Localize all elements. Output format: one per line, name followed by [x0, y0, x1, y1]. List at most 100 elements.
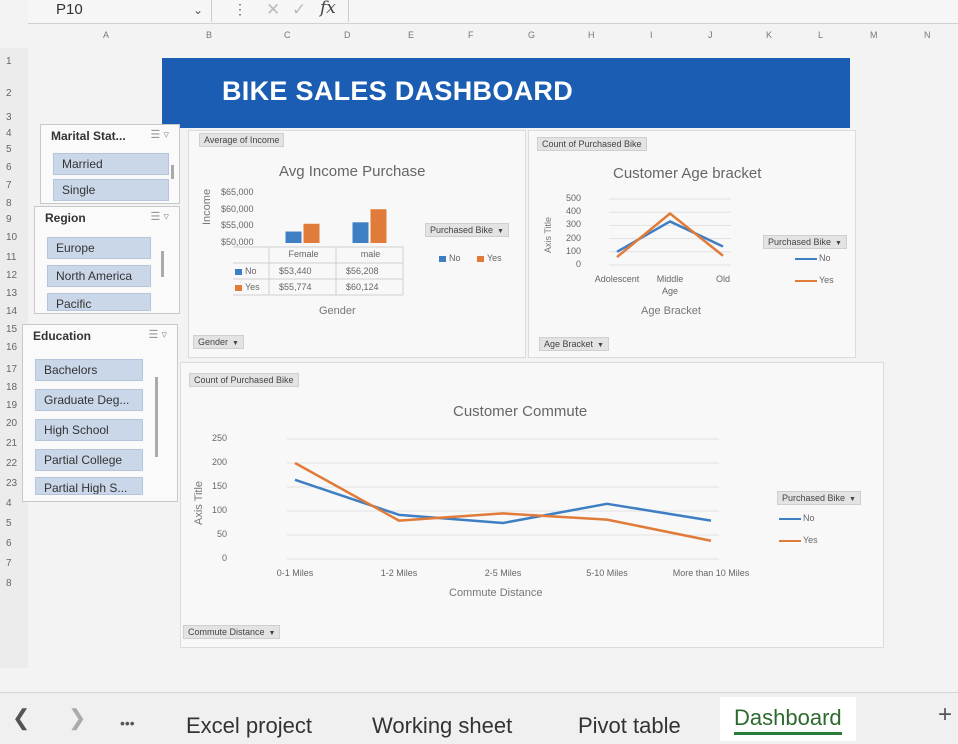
legend-label: No — [449, 253, 461, 263]
formula-input[interactable] — [348, 0, 958, 22]
row-header[interactable]: 4 — [6, 498, 12, 509]
slicer-item-bachelors[interactable]: Bachelors — [35, 359, 143, 381]
dropdown-icon[interactable]: ▼ — [232, 340, 239, 347]
row-header[interactable]: 22 — [6, 458, 17, 469]
slicer-item-partial-college[interactable]: Partial College — [35, 449, 143, 471]
slicer-item-graduate-degree[interactable]: Graduate Deg... — [35, 389, 143, 411]
y-tick-label: 400 — [565, 206, 581, 217]
multi-select-icon[interactable]: ☰ ▿ — [149, 328, 167, 341]
slicer-item-europe[interactable]: Europe — [47, 237, 151, 259]
column-header[interactable]: D — [344, 30, 351, 40]
slicer-scrollbar[interactable] — [171, 165, 174, 179]
column-header[interactable]: C — [284, 30, 291, 40]
row-header[interactable]: 1 — [6, 56, 12, 67]
y-tick-label: $60,000 — [221, 203, 254, 214]
column-header[interactable]: L — [818, 30, 823, 40]
tab-working-sheet[interactable]: Working sheet — [372, 713, 512, 739]
legend-swatch — [477, 255, 484, 262]
chevron-right-icon[interactable]: ❯ — [68, 705, 86, 731]
y-tick-label: 300 — [565, 219, 581, 230]
chevron-left-icon[interactable]: ❮ — [12, 705, 30, 731]
row-header[interactable]: 6 — [6, 538, 12, 549]
column-header[interactable]: N — [924, 30, 931, 40]
row-header[interactable]: 20 — [6, 418, 17, 429]
dropdown-icon[interactable]: ▼ — [849, 496, 856, 503]
row-header[interactable]: 8 — [6, 198, 12, 209]
tab-excel-project[interactable]: Excel project — [186, 713, 312, 739]
chart-commute[interactable]: Count of Purchased Bike Customer Commute… — [180, 362, 884, 648]
column-header[interactable]: J — [708, 30, 713, 40]
axis-field-button[interactable]: Age Bracket ▼ — [539, 337, 609, 351]
column-header[interactable]: F — [468, 30, 474, 40]
axis-field-button[interactable]: Gender ▼ — [193, 335, 244, 349]
dropdown-icon[interactable]: ▼ — [835, 240, 842, 247]
column-header[interactable]: B — [206, 30, 212, 40]
chart-age-bracket[interactable]: Count of Purchased Bike Customer Age bra… — [528, 130, 856, 358]
slicer-item-partial-high-school[interactable]: Partial High S... — [35, 477, 143, 495]
cancel-icon[interactable]: ✕ — [266, 0, 280, 20]
insert-function-icon[interactable]: fx — [320, 0, 336, 18]
multi-select-icon[interactable]: ☰ ▿ — [151, 128, 169, 141]
row-header[interactable]: 21 — [6, 438, 17, 449]
row-header[interactable]: 17 — [6, 364, 17, 375]
row-header[interactable]: 15 — [6, 324, 17, 335]
axis-field-button[interactable]: Commute Distance ▼ — [183, 625, 281, 639]
row-header[interactable]: 7 — [6, 558, 12, 569]
legend-item-no: No — [795, 253, 831, 263]
y-tick-label: $50,000 — [221, 237, 254, 247]
row-header[interactable]: 3 — [6, 112, 12, 123]
confirm-icon[interactable]: ✓ — [292, 0, 306, 20]
row-header[interactable]: 2 — [6, 88, 12, 99]
data-table-series: Yes — [235, 282, 260, 292]
slicer-scrollbar[interactable] — [161, 251, 164, 277]
column-header[interactable]: M — [870, 30, 878, 40]
row-header[interactable]: 10 — [6, 232, 17, 243]
row-header[interactable]: 5 — [6, 144, 12, 155]
row-header[interactable]: 18 — [6, 382, 17, 393]
tab-dashboard[interactable]: Dashboard — [720, 697, 856, 741]
more-icon[interactable]: ••• — [120, 715, 135, 731]
slicer-item-high-school[interactable]: High School — [35, 419, 143, 441]
column-header[interactable]: I — [650, 30, 653, 40]
slicer-item-pacific[interactable]: Pacific — [47, 293, 151, 311]
column-header[interactable]: H — [588, 30, 595, 40]
dropdown-icon[interactable]: ▼ — [597, 342, 604, 349]
y-tick-label: 200 — [211, 457, 227, 467]
tab-pivot-table[interactable]: Pivot table — [578, 713, 681, 739]
legend-field-button[interactable]: Purchased Bike ▼ — [777, 491, 861, 505]
row-header[interactable]: 12 — [6, 270, 17, 281]
slicer-item-north-america[interactable]: North America — [47, 265, 151, 287]
row-header[interactable]: 4 — [6, 128, 12, 139]
row-header[interactable]: 11 — [6, 252, 16, 263]
legend-field-button[interactable]: Purchased Bike ▼ — [425, 223, 509, 237]
row-header[interactable]: 9 — [6, 214, 12, 225]
slicer-item-married[interactable]: Married — [53, 153, 169, 175]
legend-field-button[interactable]: Purchased Bike ▼ — [763, 235, 847, 249]
column-header[interactable]: G — [528, 30, 535, 40]
name-box[interactable]: P10 ⌄ — [42, 0, 212, 22]
row-header[interactable]: 14 — [6, 306, 17, 317]
add-sheet-icon[interactable]: + — [938, 701, 952, 729]
data-label: $55,774 — [279, 282, 312, 292]
slicer-scrollbar[interactable] — [155, 377, 158, 457]
column-header[interactable]: A — [103, 30, 109, 40]
row-header[interactable]: 5 — [6, 518, 12, 529]
slicer-item-single[interactable]: Single — [53, 179, 169, 201]
dropdown-icon[interactable]: ▼ — [269, 630, 276, 637]
row-header[interactable]: 23 — [6, 478, 17, 489]
dropdown-icon[interactable]: ▼ — [497, 228, 504, 235]
row-header[interactable]: 6 — [6, 162, 12, 173]
row-header[interactable]: 7 — [6, 180, 12, 191]
chevron-down-icon[interactable]: ⌄ — [193, 0, 203, 20]
row-header[interactable]: 8 — [6, 578, 12, 589]
legend-label: Yes — [819, 275, 834, 285]
row-header[interactable]: 16 — [6, 342, 17, 353]
column-header[interactable]: E — [408, 30, 414, 40]
row-header[interactable]: 19 — [6, 400, 17, 411]
chart-income[interactable]: Average of Income Avg Income Purchase In… — [188, 130, 526, 358]
column-header[interactable]: K — [766, 30, 772, 40]
series-line-no — [294, 478, 712, 525]
row-header[interactable]: 13 — [6, 288, 17, 299]
more-icon[interactable]: ⋮ — [233, 1, 247, 18]
multi-select-icon[interactable]: ☰ ▿ — [151, 210, 169, 223]
